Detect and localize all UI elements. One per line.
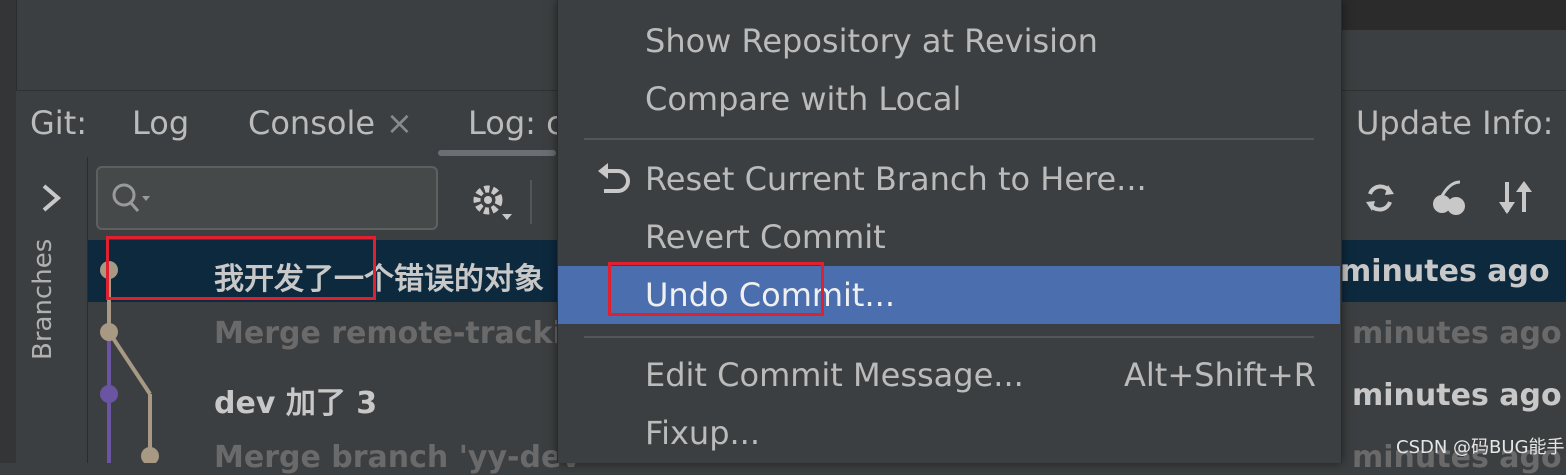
search-icon[interactable] xyxy=(110,180,154,216)
cherry-pick-icon[interactable] xyxy=(1430,178,1468,218)
annotation-box-undo xyxy=(608,262,824,316)
tab-log-current[interactable]: Log: c xyxy=(468,104,564,142)
commit-date: minutes ago xyxy=(1352,316,1562,351)
menu-item-compare-local[interactable]: Compare with Local xyxy=(645,80,961,118)
refresh-icon[interactable] xyxy=(1362,180,1398,216)
branches-label[interactable]: Branches xyxy=(28,239,58,360)
tab-log[interactable]: Log xyxy=(132,104,189,142)
commit-message[interactable]: Merge remote-trackin xyxy=(214,316,584,351)
active-tab-indicator xyxy=(438,150,556,156)
reset-arrow-icon xyxy=(598,163,630,193)
commit-message[interactable]: Merge branch 'yy-dev xyxy=(214,440,581,475)
left-tool-strip xyxy=(0,0,17,463)
menu-item-revert-commit[interactable]: Revert Commit xyxy=(645,218,886,256)
git-label: Git: xyxy=(30,104,88,142)
menu-shortcut-edit-commit-message: Alt+Shift+R xyxy=(1124,356,1316,394)
toolbar-divider xyxy=(530,180,532,224)
menu-separator xyxy=(584,138,1314,140)
gear-icon[interactable] xyxy=(468,180,514,224)
menu-item-edit-commit-message[interactable]: Edit Commit Message... xyxy=(645,356,1024,394)
menu-item-show-repository[interactable]: Show Repository at Revision xyxy=(645,22,1098,60)
tab-console-close-icon[interactable]: × xyxy=(386,104,413,142)
top-dark-strip xyxy=(1340,0,1566,30)
menu-item-reset-branch[interactable]: Reset Current Branch to Here... xyxy=(645,160,1147,198)
tab-console[interactable]: Console xyxy=(248,104,375,142)
tab-update-info[interactable]: Update Info: 2 xyxy=(1356,104,1566,142)
menu-item-fixup[interactable]: Fixup... xyxy=(645,414,760,452)
chevron-right-icon[interactable] xyxy=(38,182,64,214)
annotation-box-commit xyxy=(106,236,376,300)
watermark: CSDN @码BUG能手 xyxy=(1396,437,1565,458)
commit-date: minutes ago xyxy=(1340,254,1550,289)
commit-message[interactable]: dev 加了 3 xyxy=(214,378,377,422)
menu-separator xyxy=(584,336,1314,338)
commit-date: minutes ago xyxy=(1352,378,1562,413)
sort-icon[interactable] xyxy=(1496,178,1536,218)
